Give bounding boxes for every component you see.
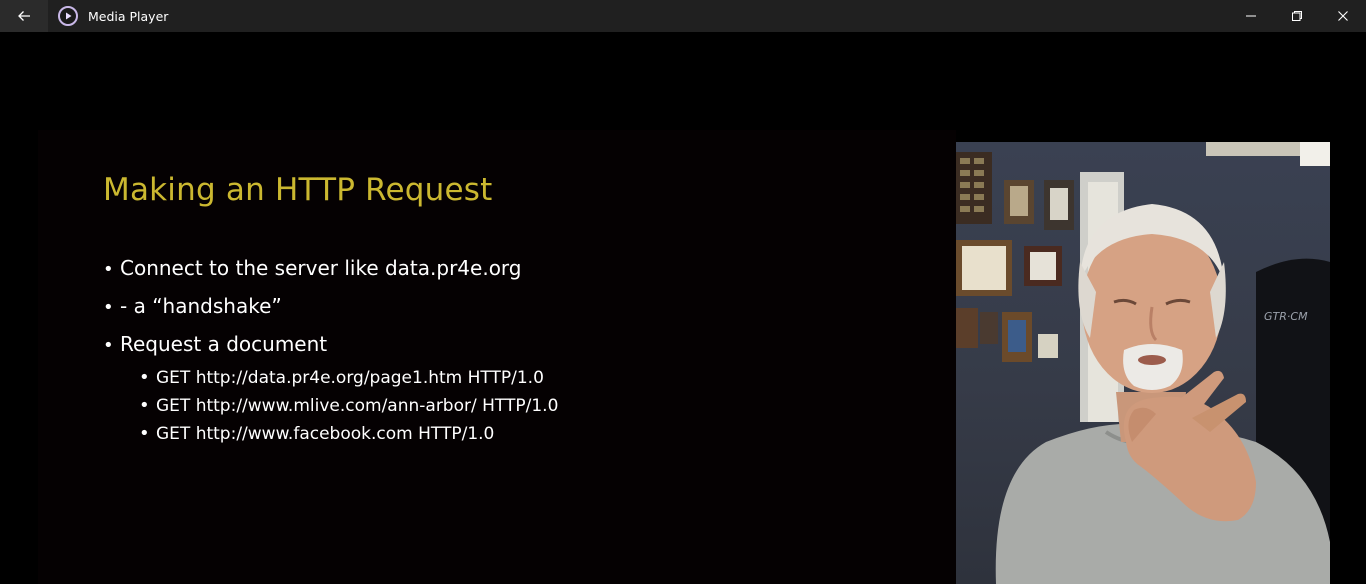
webcam-inset: GTR·CM — [956, 142, 1330, 584]
title-bar: Media Player — [0, 0, 1366, 32]
minimize-icon — [1246, 15, 1256, 17]
lecture-slide: Making an HTTP Request • Connect to the s… — [38, 130, 956, 584]
play-circle-icon — [58, 6, 78, 26]
bullet-item: • Connect to the server like data.pr4e.or… — [103, 250, 558, 288]
slide-bullets: • Connect to the server like data.pr4e.or… — [103, 250, 558, 448]
restore-icon — [1292, 11, 1302, 21]
bullet-item: • - a “handshake” — [103, 288, 558, 326]
arrow-left-icon — [18, 11, 30, 21]
app-title: Media Player — [88, 8, 169, 24]
sub-bullet-item: • GET http://www.mlive.com/ann-arbor/ HTT… — [139, 392, 558, 420]
slide-title: Making an HTTP Request — [103, 172, 493, 208]
bullet-text: Connect to the server like data.pr4e.org — [120, 256, 522, 280]
video-surface[interactable]: Making an HTTP Request • Connect to the s… — [0, 32, 1366, 584]
bullet-text: - a “handshake” — [120, 294, 282, 318]
restore-button[interactable] — [1274, 0, 1320, 32]
close-icon — [1338, 11, 1348, 21]
chair-logo-text: GTR·CM — [1264, 310, 1308, 323]
sub-bullet-item: • GET http://www.facebook.com HTTP/1.0 — [139, 420, 558, 448]
sub-bullet-item: • GET http://data.pr4e.org/page1.htm HTTP… — [139, 364, 558, 392]
sub-bullet-text: GET http://www.facebook.com HTTP/1.0 — [156, 424, 495, 444]
bullet-item: • Request a document — [103, 326, 558, 364]
close-button[interactable] — [1320, 0, 1366, 32]
minimize-button[interactable] — [1228, 0, 1274, 32]
bullet-text: Request a document — [120, 332, 328, 356]
sub-bullet-text: GET http://www.mlive.com/ann-arbor/ HTTP… — [156, 396, 559, 416]
window-controls — [1228, 0, 1366, 32]
back-button[interactable] — [0, 0, 48, 32]
sub-bullet-text: GET http://data.pr4e.org/page1.htm HTTP/… — [156, 368, 544, 388]
sub-bullets: • GET http://data.pr4e.org/page1.htm HTTP… — [103, 364, 558, 448]
